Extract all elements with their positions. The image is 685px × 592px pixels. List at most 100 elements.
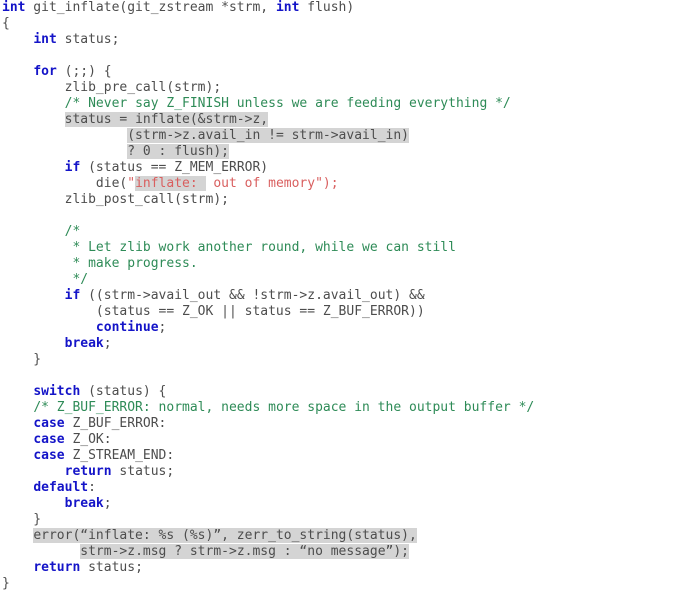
- code-line: default:: [2, 480, 96, 496]
- code-token-keyword: case: [33, 448, 65, 463]
- code-token-plain: ;: [158, 320, 167, 335]
- code-token-keyword: for: [33, 64, 57, 79]
- code-line: strm->z.msg ? strm->z.msg : “no message”…: [2, 544, 410, 560]
- code-token-keyword: return: [33, 560, 81, 575]
- code-line: }: [2, 512, 41, 528]
- code-line: zlib_pre_call(strm);: [2, 80, 222, 96]
- code-token-plain: Z_BUF_ERROR:: [64, 416, 167, 431]
- code-line: error(“inflate: %s (%s)”, zerr_to_string…: [2, 528, 417, 544]
- code-line: */: [2, 272, 88, 288]
- code-line: zlib_post_call(strm);: [2, 192, 229, 208]
- code-token-plain: }: [2, 352, 42, 367]
- code-line: for (;;) {: [2, 64, 112, 80]
- code-line: int git_inflate(git_zstream *strm, int f…: [2, 0, 354, 16]
- code-token-keyword: case: [33, 416, 65, 431]
- code-line: ? 0 : flush);: [2, 144, 229, 160]
- code-token-plain: (status) {: [80, 384, 167, 399]
- code-viewer[interactable]: int git_inflate(git_zstream *strm, int f…: [0, 0, 685, 592]
- code-token-keyword: if: [64, 288, 81, 303]
- code-line: case Z_BUF_ERROR:: [2, 416, 166, 432]
- code-line: * make progress.: [2, 256, 198, 272]
- code-line: {: [2, 16, 10, 32]
- code-token-keyword: continue: [95, 320, 159, 335]
- code-token-comment: * make progress.: [64, 256, 198, 271]
- code-line: break;: [2, 496, 112, 512]
- code-token-plain: }: [2, 576, 10, 591]
- code-line: if ((strm->avail_out && !strm->z.avail_o…: [2, 288, 425, 304]
- code-line: return status;: [2, 560, 143, 576]
- code-line: }: [2, 352, 41, 368]
- code-token-plain: status;: [111, 464, 175, 479]
- code-token-comment: * Let zlib work another round, while we …: [64, 240, 456, 255]
- code-token-keyword: break: [64, 496, 104, 511]
- code-token-string: ": [127, 176, 136, 191]
- code-line: int status;: [2, 32, 119, 48]
- code-line: continue;: [2, 320, 166, 336]
- code-token-plain: status;: [80, 560, 143, 575]
- code-line: }: [2, 576, 10, 592]
- code-token-plain: ;: [103, 336, 112, 351]
- code-token-comment: */: [64, 272, 89, 287]
- code-line: /* Never say Z_FINISH unless we are feed…: [2, 96, 511, 112]
- code-token-keyword: return: [64, 464, 112, 479]
- code-token-comment: /* Never say Z_FINISH unless we are feed…: [64, 96, 511, 111]
- code-line: case Z_STREAM_END:: [2, 448, 174, 464]
- code-token-plain: (;;) {: [56, 64, 112, 79]
- code-line: switch (status) {: [2, 384, 166, 400]
- code-token-keyword: int: [33, 32, 57, 47]
- code-token-plain: zlib_pre_call(strm);: [2, 80, 222, 95]
- code-line: break;: [2, 336, 112, 352]
- code-token-plain: }: [2, 512, 42, 527]
- code-token-keyword: int: [2, 0, 26, 15]
- code-token-keyword: break: [64, 336, 104, 351]
- code-token-keyword: if: [64, 160, 81, 175]
- code-token-plain: strm->z.msg ? strm->z.msg : “no message”…: [80, 544, 410, 559]
- code-token-plain: (status == Z_MEM_ERROR): [80, 160, 269, 175]
- code-token-plain: git_inflate(git_zstream *strm,: [25, 0, 276, 15]
- code-token-plain: status;: [56, 32, 120, 47]
- code-token-plain: status = inflate(&strm->z,: [64, 112, 269, 127]
- code-line: * Let zlib work another round, while we …: [2, 240, 456, 256]
- code-line: /* Z_BUF_ERROR: normal, needs more space…: [2, 400, 534, 416]
- code-line: (status == Z_OK || status == Z_BUF_ERROR…: [2, 304, 425, 320]
- code-token-comment: /*: [64, 224, 81, 239]
- code-token-keyword: switch: [33, 384, 81, 399]
- code-token-keyword: case: [33, 432, 65, 447]
- code-token-string: inflate:: [135, 176, 206, 191]
- code-token-comment: /* Z_BUF_ERROR: normal, needs more space…: [33, 400, 535, 415]
- code-token-plain: ? 0 : flush);: [127, 144, 229, 159]
- code-token-string: out of memory");: [205, 176, 339, 191]
- code-token-plain: Z_STREAM_END:: [64, 448, 175, 463]
- code-line: status = inflate(&strm->z,: [2, 112, 269, 128]
- code-line: if (status == Z_MEM_ERROR): [2, 160, 269, 176]
- code-token-plain: ;: [103, 496, 112, 511]
- code-token-keyword: int: [275, 0, 300, 15]
- code-line: case Z_OK:: [2, 432, 112, 448]
- code-line: die("inflate: out of memory");: [2, 176, 339, 192]
- code-token-plain: Z_OK:: [64, 432, 112, 447]
- code-token-plain: zlib_post_call(strm);: [2, 192, 229, 207]
- code-token-plain: die(: [2, 176, 128, 191]
